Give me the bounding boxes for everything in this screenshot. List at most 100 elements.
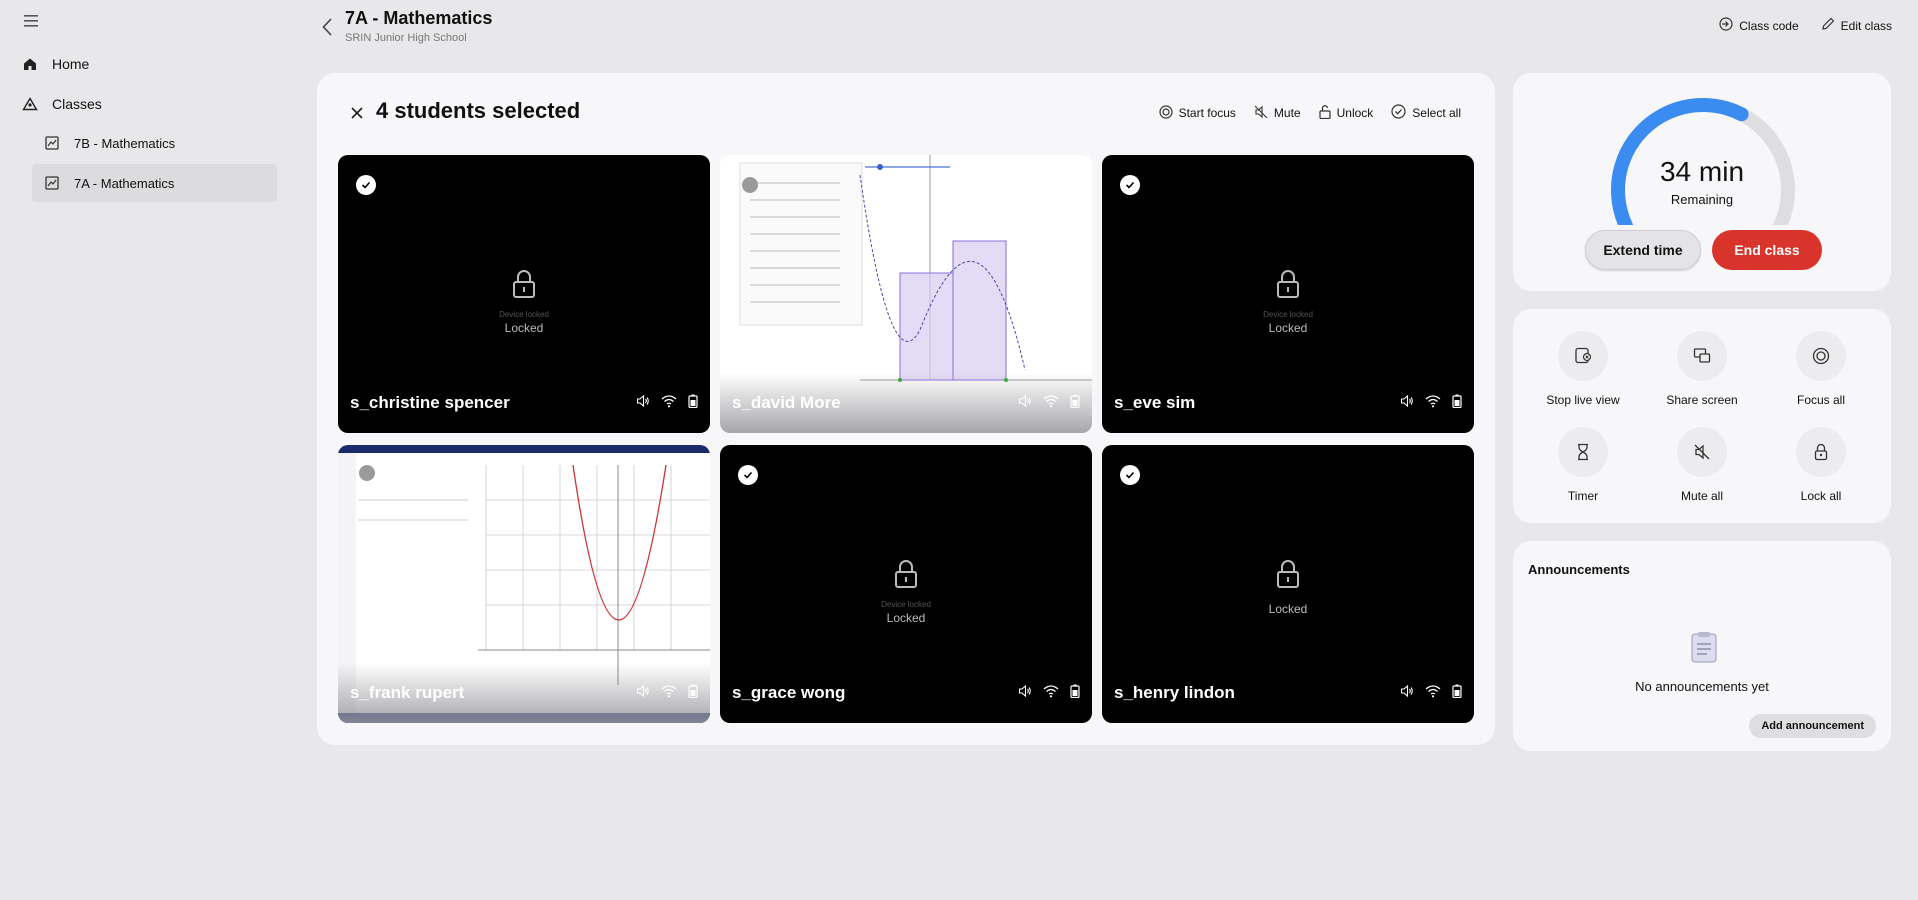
tile-footer: s_eve sim: [1102, 373, 1474, 433]
home-icon: [22, 56, 38, 72]
extend-time-button[interactable]: Extend time: [1585, 230, 1701, 270]
header-actions: Class code Edit class: [1719, 17, 1892, 34]
lock-icon: [1276, 559, 1300, 594]
edit-class-button[interactable]: Edit class: [1821, 17, 1892, 34]
mute-all-label: Mute all: [1680, 489, 1724, 503]
selected-check-icon[interactable]: [1120, 465, 1140, 485]
student-tile[interactable]: s_frank rupert: [338, 445, 710, 723]
share-screen-label: Share screen: [1666, 393, 1738, 407]
wifi-icon: [1425, 394, 1441, 413]
locked-indicator: Device locked Locked: [1102, 269, 1474, 335]
time-remaining-label: Remaining: [1670, 192, 1734, 207]
class-code-label: Class code: [1739, 18, 1799, 33]
mute-button[interactable]: Mute: [1254, 104, 1301, 122]
student-tile[interactable]: Device locked Locked s_eve sim: [1102, 155, 1474, 433]
sidebar-item-home[interactable]: Home: [22, 45, 267, 83]
battery-icon: [1452, 394, 1462, 413]
menu-icon[interactable]: [22, 12, 40, 30]
lock-icon: [1276, 269, 1300, 304]
battery-icon: [688, 684, 698, 703]
battery-icon: [688, 394, 698, 413]
classes-icon: [22, 96, 38, 112]
mute-label: Mute: [1273, 106, 1301, 120]
focus-all-label: Focus all: [1796, 393, 1846, 407]
student-name: s_henry lindon: [1114, 683, 1235, 702]
share-screen-icon: [1677, 331, 1727, 381]
volume-icon: [1018, 684, 1032, 703]
start-focus-button[interactable]: Start focus: [1158, 104, 1236, 122]
select-all-button[interactable]: Select all: [1391, 104, 1461, 122]
tile-footer: s_grace wong: [720, 663, 1092, 723]
students-panel: 4 students selected Start focus Mute Unl…: [317, 73, 1495, 745]
tile-footer: s_david More: [720, 373, 1092, 433]
mute-icon: [1254, 105, 1268, 122]
student-tile[interactable]: Device locked Locked s_christine spencer: [338, 155, 710, 433]
stop-live-view-label: Stop live view: [1546, 393, 1620, 407]
clipboard-icon: [1690, 631, 1718, 668]
unlock-icon: [1319, 104, 1331, 122]
device-locked-note: Device locked: [499, 310, 549, 319]
login-icon: [1719, 17, 1733, 34]
wifi-icon: [1425, 684, 1441, 703]
end-class-button[interactable]: End class: [1712, 230, 1822, 270]
sidebar-item-label: Home: [52, 56, 90, 72]
wifi-icon: [661, 394, 677, 413]
sidebar-item-7a-mathematics[interactable]: 7A - Mathematics: [32, 164, 277, 202]
student-name: s_christine spencer: [350, 393, 510, 412]
battery-icon: [1070, 394, 1080, 413]
focus-icon: [1796, 331, 1846, 381]
student-tile[interactable]: s_david More: [720, 155, 1092, 433]
lock-icon: [1796, 427, 1846, 477]
back-button[interactable]: [318, 16, 336, 38]
stop-live-view-icon: [1558, 331, 1608, 381]
announcements-card: Announcements No announcements yet Add a…: [1513, 541, 1891, 751]
focus-all-button[interactable]: Focus all: [1766, 331, 1876, 407]
tile-footer: s_christine spencer: [338, 373, 710, 433]
selected-check-icon[interactable]: [1120, 175, 1140, 195]
lock-all-button[interactable]: Lock all: [1766, 427, 1876, 503]
sidebar-item-label: 7B - Mathematics: [74, 135, 176, 151]
page-title: 7A - Mathematics: [345, 8, 493, 28]
close-selection-icon[interactable]: [349, 105, 365, 121]
student-tile[interactable]: Device locked Locked s_grace wong: [720, 445, 1092, 723]
class-actions-card: Stop live view Share screen Focus all Ti…: [1513, 309, 1891, 523]
add-announcement-button[interactable]: Add announcement: [1749, 714, 1876, 738]
tile-footer: s_henry lindon: [1102, 663, 1474, 723]
student-tile[interactable]: Locked s_henry lindon: [1102, 445, 1474, 723]
student-name: s_david More: [732, 393, 841, 412]
locked-indicator: Device locked Locked: [338, 269, 710, 335]
selected-check-icon[interactable]: [356, 175, 376, 195]
pencil-icon: [1821, 17, 1835, 34]
class-icon: [44, 175, 60, 191]
class-code-button[interactable]: Class code: [1719, 17, 1799, 34]
start-focus-label: Start focus: [1178, 106, 1236, 120]
locked-label: Locked: [1268, 602, 1308, 616]
unlock-button[interactable]: Unlock: [1319, 104, 1374, 122]
timer-button[interactable]: Timer: [1528, 427, 1638, 503]
locked-label: Locked: [1268, 321, 1308, 335]
device-locked-note: Device locked: [1263, 310, 1313, 319]
selected-check-icon[interactable]: [738, 465, 758, 485]
locked-label: Locked: [886, 611, 926, 625]
locked-label: Locked: [504, 321, 544, 335]
volume-icon: [636, 394, 650, 413]
wifi-icon: [1043, 684, 1059, 703]
mute-icon: [1677, 427, 1727, 477]
mute-all-button[interactable]: Mute all: [1647, 427, 1757, 503]
select-all-label: Select all: [1412, 106, 1461, 120]
student-name: s_eve sim: [1114, 393, 1196, 412]
share-screen-button[interactable]: Share screen: [1647, 331, 1757, 407]
lock-icon: [894, 559, 918, 594]
lock-icon: [512, 269, 536, 304]
check-circle-icon: [1391, 104, 1406, 122]
stop-live-view-button[interactable]: Stop live view: [1528, 331, 1638, 407]
lock-all-label: Lock all: [1800, 489, 1842, 503]
sidebar-item-7b-mathematics[interactable]: 7B - Mathematics: [32, 124, 277, 162]
unlock-label: Unlock: [1336, 106, 1374, 120]
tile-footer: s_frank rupert: [338, 663, 710, 723]
student-name: s_grace wong: [732, 683, 846, 702]
volume-icon: [636, 684, 650, 703]
volume-icon: [1400, 684, 1414, 703]
sidebar: Home Classes 7B - Mathematics 7A - Mathe…: [0, 0, 290, 900]
sidebar-item-classes[interactable]: Classes: [22, 85, 267, 123]
